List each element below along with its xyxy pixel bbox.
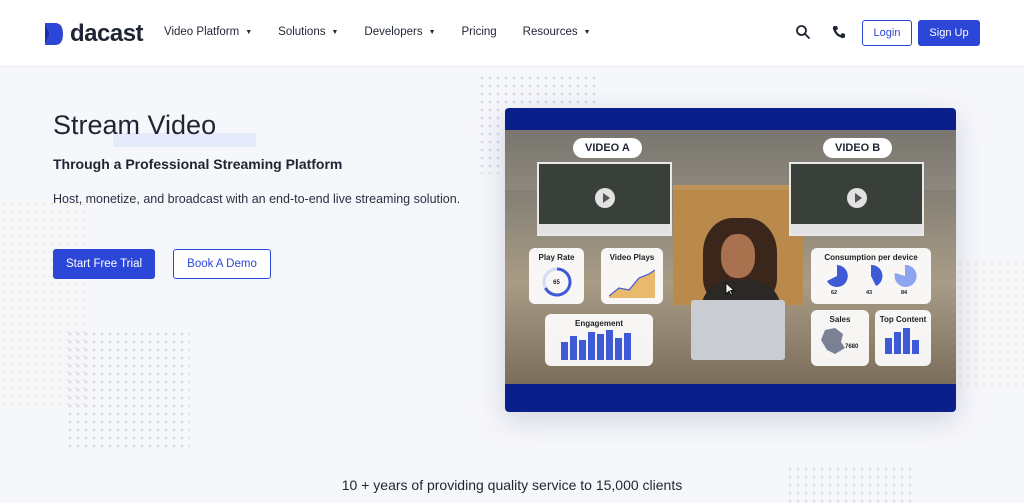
card-title: Top Content <box>879 315 927 324</box>
brand-logo[interactable]: dacast <box>44 20 144 48</box>
person-face <box>721 234 755 278</box>
video-b-player[interactable] <box>789 162 924 236</box>
device-value-2: 43 <box>866 290 873 296</box>
laptop <box>691 300 785 360</box>
chart-bar <box>597 334 604 360</box>
card-title: Sales <box>829 315 851 324</box>
hero-title: Stream Video <box>53 110 217 140</box>
chart-bar <box>561 342 568 360</box>
nav-item-video-platform[interactable]: Video Platform ▼ <box>164 26 252 38</box>
consumption-card: Consumption per device 62 43 84 <box>811 248 931 304</box>
search-icon[interactable] <box>795 24 811 40</box>
signup-button[interactable]: Sign Up <box>918 20 980 46</box>
nav-item-solutions[interactable]: Solutions ▼ <box>278 26 338 38</box>
hero-scene-image: VIDEO A VIDEO B Play Rate 65 Video Plays <box>505 130 956 384</box>
phone-icon[interactable] <box>831 24 847 40</box>
card-title: Engagement <box>574 319 623 328</box>
video-plays-card: Video Plays <box>601 248 663 304</box>
header-divider <box>0 66 1024 67</box>
chart-bar <box>570 336 577 360</box>
play-icon[interactable] <box>847 188 867 208</box>
play-rate-card: Play Rate 65 <box>529 248 584 304</box>
play-icon[interactable] <box>595 188 615 208</box>
dot-pattern-right <box>956 260 1024 390</box>
main-nav: Video Platform ▼ Solutions ▼ Developers … <box>164 26 617 38</box>
engagement-card: Engagement <box>545 314 653 366</box>
login-button[interactable]: Login <box>862 20 912 46</box>
device-value-3: 84 <box>901 290 908 296</box>
area-chart-icon <box>609 269 655 298</box>
top-content-card: Top Content <box>875 310 931 366</box>
card-title: Video Plays <box>609 253 655 262</box>
top-content-bars <box>885 328 923 354</box>
brand-name: dacast <box>70 20 144 47</box>
caret-down-icon: ▼ <box>245 28 253 36</box>
video-a-player[interactable] <box>537 162 672 236</box>
footer-tagline: 10 + years of providing quality service … <box>341 477 683 493</box>
hero-subtitle: Through a Professional Streaming Platfor… <box>53 156 343 172</box>
book-demo-button[interactable]: Book A Demo <box>173 249 271 279</box>
chart-bar <box>912 340 919 354</box>
chart-bar <box>588 332 595 360</box>
nav-item-label: Developers <box>364 26 423 38</box>
cursor-icon <box>725 282 735 296</box>
device-value-1: 62 <box>831 290 838 296</box>
sales-card: Sales 7680 <box>811 310 869 366</box>
chart-bar <box>606 330 613 360</box>
nav-item-label: Solutions <box>278 26 326 38</box>
start-free-trial-button[interactable]: Start Free Trial <box>53 249 155 279</box>
caret-down-icon: ▼ <box>583 28 591 36</box>
video-a-label: VIDEO A <box>573 138 642 158</box>
nav-item-pricing[interactable]: Pricing <box>462 26 497 38</box>
nav-item-label: Resources <box>522 26 578 38</box>
player-controls[interactable] <box>539 224 670 234</box>
chart-bar <box>894 332 901 354</box>
chart-bar <box>624 333 631 360</box>
hero-video-panel[interactable]: VIDEO A VIDEO B Play Rate 65 Video Plays <box>505 108 956 412</box>
nav-item-label: Pricing <box>461 26 497 38</box>
nav-item-resources[interactable]: Resources ▼ <box>523 26 591 38</box>
card-title: Play Rate <box>538 253 575 262</box>
chart-bar <box>903 328 910 354</box>
hero-description: Host, monetize, and broadcast with an en… <box>53 192 461 206</box>
pie-charts-icon <box>827 264 917 287</box>
video-b-label: VIDEO B <box>823 138 893 158</box>
site-header: dacast Video Platform ▼ Solutions ▼ Deve… <box>0 0 1024 66</box>
player-controls[interactable] <box>791 224 922 234</box>
caret-down-icon: ▼ <box>331 28 339 36</box>
nav-item-developers[interactable]: Developers ▼ <box>364 26 435 38</box>
card-title: Consumption per device <box>824 253 918 262</box>
chart-bar <box>615 338 622 360</box>
play-rate-value: 65 <box>553 280 560 286</box>
logo-mark-icon <box>45 23 63 45</box>
nav-item-label: Video Platform <box>164 26 240 38</box>
sales-value: 7680 <box>845 344 859 350</box>
engagement-bars <box>561 330 639 360</box>
chart-bar <box>885 338 892 354</box>
caret-down-icon: ▼ <box>428 28 436 36</box>
map-icon <box>821 328 845 354</box>
dot-pattern-bottom-left <box>66 330 190 450</box>
chart-bar <box>579 340 586 360</box>
